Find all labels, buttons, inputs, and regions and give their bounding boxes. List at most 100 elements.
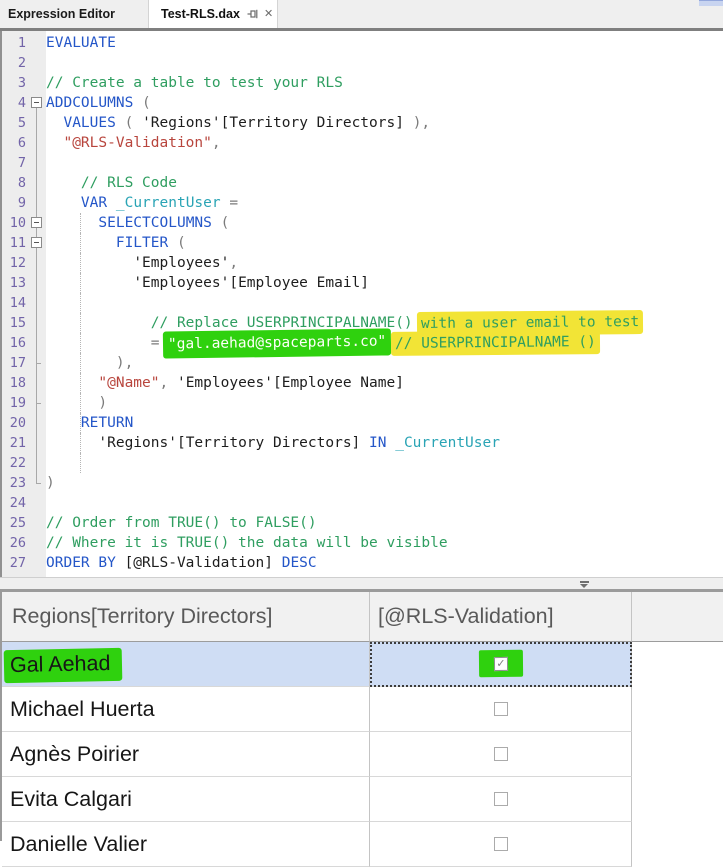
code-text[interactable]: "@RLS-Validation", — [44, 133, 723, 153]
code-text[interactable]: 'Regions'[Territory Directors] IN _Curre… — [44, 433, 723, 453]
fold-collapse-icon[interactable] — [31, 97, 42, 108]
fold-margin — [29, 373, 44, 393]
code-text[interactable]: 'Employees', — [44, 253, 723, 273]
code-text[interactable]: 'Employees'[Employee Email] — [44, 273, 723, 293]
result-cell-name[interactable]: Danielle Valier — [2, 822, 370, 867]
code-segment: ORDER BY — [46, 555, 125, 571]
code-line: 7 — [2, 153, 723, 173]
close-icon[interactable]: ✕ — [264, 8, 273, 20]
table-row: Agnès Poirier — [2, 732, 723, 777]
code-line: 21 'Regions'[Territory Directors] IN _Cu… — [2, 433, 723, 453]
checkbox-unchecked-icon — [493, 747, 508, 761]
fold-margin — [29, 193, 44, 213]
filler-cell — [632, 642, 723, 687]
result-cell-name[interactable]: Evita Calgari — [2, 777, 370, 822]
code-line: 27 ORDER BY [@RLS-Validation] DESC — [2, 553, 723, 573]
filler-cell — [632, 822, 723, 867]
code-segment: 'Regions'[Territory Directors] — [98, 435, 370, 451]
result-cell-validation[interactable] — [370, 687, 632, 732]
result-cell-name[interactable]: Michael Huerta — [2, 687, 370, 732]
fold-margin — [29, 213, 44, 233]
line-number: 21 — [9, 435, 26, 451]
pin-icon[interactable] — [247, 8, 259, 20]
code-text[interactable]: ) — [44, 473, 723, 493]
fold-margin — [29, 53, 44, 73]
code-text[interactable] — [44, 53, 723, 73]
fold-margin — [29, 413, 44, 433]
marker-highlighted-checkbox: ✓ — [478, 649, 523, 678]
code-text[interactable]: ), — [44, 353, 723, 373]
result-cell-name[interactable]: Agnès Poirier — [2, 732, 370, 777]
pane-splitter — [0, 577, 723, 589]
line-number: 24 — [9, 495, 26, 511]
code-line: 13 'Employees'[Employee Email] — [2, 273, 723, 293]
code-text[interactable]: EVALUATE — [44, 33, 723, 53]
fold-margin — [29, 513, 44, 533]
result-cell-validation[interactable] — [370, 777, 632, 822]
code-text[interactable]: = "gal.aehad@spaceparts.co" // USERPRINC… — [44, 328, 723, 359]
result-cell-name[interactable]: Gal Aehad — [2, 642, 370, 687]
result-cell-validation[interactable] — [370, 732, 632, 777]
code-text[interactable] — [44, 153, 723, 173]
code-text[interactable]: // Order from TRUE() to FALSE() — [44, 513, 723, 533]
column-header-rls-validation[interactable]: [@RLS-Validation] — [370, 592, 632, 642]
code-segment: _CurrentUser — [115, 195, 221, 211]
code-line: 11 FILTER ( — [2, 233, 723, 253]
code-text[interactable]: // Create a table to test your RLS — [44, 73, 723, 93]
code-segment: 'Employees'[Employee Name] — [176, 375, 404, 391]
line-number: 3 — [17, 75, 26, 91]
fold-collapse-icon[interactable] — [31, 237, 42, 248]
line-number: 13 — [9, 275, 26, 291]
code-segment: 'Employees' — [133, 255, 230, 271]
fold-margin — [29, 333, 44, 353]
code-text[interactable]: ORDER BY [@RLS-Validation] DESC — [44, 553, 723, 573]
code-segment: // Order from TRUE() to FALSE() — [46, 515, 317, 531]
column-header-filler — [632, 592, 723, 642]
code-text[interactable]: FILTER ( — [44, 233, 723, 253]
line-number: 10 — [9, 215, 26, 231]
table-row: Michael Huerta — [2, 687, 723, 732]
code-text[interactable]: VALUES ( 'Regions'[Territory Directors] … — [44, 113, 723, 133]
code-line: 20 RETURN — [2, 413, 723, 433]
code-segment: ) — [98, 395, 108, 411]
code-text[interactable]: // Where it is TRUE() the data will be v… — [44, 533, 723, 553]
code-line: 19 ) — [2, 393, 723, 413]
splitter-grip-icon[interactable] — [578, 581, 592, 589]
result-cell-validation[interactable]: ✓ — [370, 642, 632, 687]
code-text[interactable]: RETURN — [44, 413, 723, 433]
code-text[interactable]: ) — [44, 393, 723, 413]
code-text[interactable]: ADDCOLUMNS ( — [44, 93, 723, 113]
code-segment: VAR — [80, 195, 108, 211]
code-line: 24 — [2, 493, 723, 513]
fold-collapse-icon[interactable] — [31, 217, 42, 228]
code-segment: = — [220, 195, 239, 211]
code-text[interactable]: SELECTCOLUMNS ( — [44, 213, 723, 233]
code-text[interactable] — [44, 493, 723, 513]
fold-margin — [29, 293, 44, 313]
checkbox-unchecked-icon — [493, 837, 508, 851]
code-text[interactable]: VAR _CurrentUser = — [44, 193, 723, 213]
tab-test-rls-dax[interactable]: Test-RLS.dax ✕ — [148, 0, 278, 28]
code-text[interactable]: // RLS Code — [44, 173, 723, 193]
fold-margin — [29, 433, 44, 453]
fold-margin — [29, 533, 44, 553]
code-line: 18 "@Name", 'Employees'[Employee Name] — [2, 373, 723, 393]
code-segment: [@RLS-Validation] — [124, 555, 273, 571]
code-text[interactable]: "@Name", 'Employees'[Employee Name] — [44, 373, 723, 393]
column-header-territory-directors[interactable]: Regions[Territory Directors] — [2, 592, 370, 642]
line-number: 27 — [9, 555, 26, 571]
result-cell-validation[interactable] — [370, 822, 632, 867]
code-editor[interactable]: 1 EVALUATE 2 3// Create a table to test you… — [0, 31, 723, 577]
code-segment: ( — [142, 95, 151, 111]
line-number: 20 — [9, 415, 26, 431]
code-segment: EVALUATE — [46, 35, 116, 51]
code-line: 6 "@RLS-Validation", — [2, 133, 723, 153]
code-text[interactable] — [44, 453, 723, 473]
code-segment: ), — [115, 355, 134, 371]
pane-title[interactable]: Expression Editor — [8, 0, 115, 28]
